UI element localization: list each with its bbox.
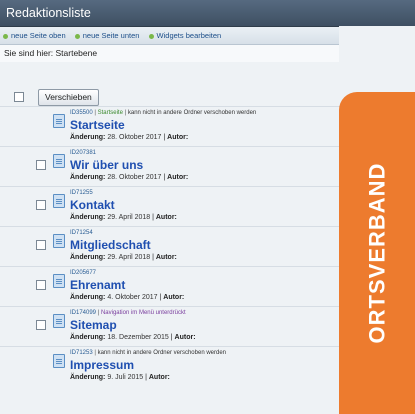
page-select-checkbox[interactable] [36, 320, 46, 330]
page-id: ID71254 [70, 230, 93, 236]
change-label: Änderung: [70, 334, 106, 341]
bullet-icon [74, 33, 80, 39]
page-meta: ID205677 [70, 270, 96, 276]
change-label: Änderung: [70, 294, 106, 301]
page-change-info: Änderung: 18. Dezember 2015 | Autor: [70, 334, 196, 341]
page-list-item[interactable]: ID205677 Ehrenamt Änderung: 4. Oktober 201… [0, 266, 340, 309]
page-id: ID71255 [70, 190, 93, 196]
page-meta: ID174099 | Navigation im Menü unterdrück… [70, 310, 186, 316]
page-select-checkbox[interactable] [36, 160, 46, 170]
page-document-icon [53, 314, 65, 328]
page-title-link[interactable]: Mitgliedschaft [70, 238, 151, 252]
bullet-icon [148, 33, 154, 39]
edit-widgets-link[interactable]: Widgets bearbeiten [148, 31, 221, 40]
page-change-info: Änderung: 9. Juli 2015 | Autor: [70, 374, 170, 381]
ortsverband-tag: ORTSVERBAND [339, 92, 415, 414]
page-meta: ID71255 [70, 190, 93, 196]
change-label: Änderung: [70, 374, 106, 381]
change-label: Änderung: [70, 214, 106, 221]
page-list-item[interactable]: ID35500 | Startseite | kann nicht in and… [0, 106, 340, 149]
page-select-checkbox[interactable] [36, 200, 46, 210]
change-label: Änderung: [70, 254, 106, 261]
select-all-checkbox[interactable] [14, 92, 24, 102]
change-label: Änderung: [70, 174, 106, 181]
page-list-item[interactable]: ID71253 | kann nicht in andere Ordner ve… [0, 346, 340, 389]
page-select-checkbox[interactable] [36, 280, 46, 290]
page-meta: ID207381 [70, 150, 96, 156]
author-label: Autor: [163, 294, 185, 301]
page-meta: ID71253 | kann nicht in andere Ordner ve… [70, 350, 227, 356]
page-meta: ID35500 | Startseite | kann nicht in and… [70, 110, 257, 116]
author-label: Autor: [148, 374, 170, 381]
change-label: Änderung: [70, 134, 106, 141]
tag-label: ORTSVERBAND [364, 162, 389, 344]
change-date: 9. Juli 2015 [107, 374, 144, 381]
page-title-link[interactable]: Ehrenamt [70, 278, 125, 292]
page-document-icon [53, 154, 65, 168]
author-label: Autor: [155, 214, 177, 221]
page-note: kann nicht in andere Ordner verschoben w… [97, 350, 227, 356]
change-date: 4. Oktober 2017 [107, 294, 158, 301]
page-document-icon [53, 274, 65, 288]
editorial-list-window: Redaktionsliste neue Seite oben neue Sei… [0, 0, 415, 414]
page-change-info: Änderung: 29. April 2018 | Autor: [70, 214, 177, 221]
page-change-info: Änderung: 28. Oktober 2017 | Autor: [70, 174, 189, 181]
page-id: ID174099 [70, 310, 97, 316]
change-date: 28. Oktober 2017 [107, 134, 162, 141]
page-meta: ID71254 [70, 230, 93, 236]
author-label: Autor: [167, 134, 189, 141]
change-date: 28. Oktober 2017 [107, 174, 162, 181]
page-change-info: Änderung: 4. Oktober 2017 | Autor: [70, 294, 185, 301]
page-list-item[interactable]: ID207381 Wir über uns Änderung: 28. Oktobe… [0, 146, 340, 189]
page-title-link[interactable]: Sitemap [70, 318, 117, 332]
page-title-link[interactable]: Kontakt [70, 198, 115, 212]
page-document-icon [53, 354, 65, 368]
page-note: kann nicht in andere Ordner verschoben w… [127, 110, 257, 116]
author-label: Autor: [167, 174, 189, 181]
change-date: 29. April 2018 [107, 214, 151, 221]
window-title: Redaktionsliste [0, 0, 415, 27]
author-label: Autor: [174, 334, 196, 341]
page-id: ID205677 [70, 270, 97, 276]
page-change-info: Änderung: 29. April 2018 | Autor: [70, 254, 177, 261]
page-id: ID207381 [70, 150, 97, 156]
change-date: 29. April 2018 [107, 254, 151, 261]
page-title-link[interactable]: Impressum [70, 358, 134, 372]
page-id: ID71253 [70, 350, 93, 356]
page-change-info: Änderung: 28. Oktober 2017 | Autor: [70, 134, 189, 141]
page-list-item[interactable]: ID174099 | Navigation im Menü unterdrück… [0, 306, 340, 349]
page-select-checkbox[interactable] [36, 240, 46, 250]
change-date: 18. Dezember 2015 [107, 334, 169, 341]
page-id: ID35500 [70, 110, 93, 116]
page-document-icon [53, 194, 65, 208]
page-list-item[interactable]: ID71254 Mitgliedschaft Änderung: 29. April… [0, 226, 340, 269]
page-title-link[interactable]: Wir über uns [70, 158, 143, 172]
page-status: Startseite [97, 110, 123, 116]
author-label: Autor: [155, 254, 177, 261]
new-page-top-link[interactable]: neue Seite oben [3, 31, 66, 40]
page-document-icon [53, 114, 65, 128]
new-page-bottom-link[interactable]: neue Seite unten [74, 31, 139, 40]
background-area [339, 26, 415, 92]
page-document-icon [53, 234, 65, 248]
page-list-item[interactable]: ID71255 Kontakt Änderung: 29. April 2018 |… [0, 186, 340, 229]
page-status: Navigation im Menü unterdrückt [100, 310, 186, 316]
page-title-link[interactable]: Startseite [70, 118, 125, 132]
bullet-icon [3, 33, 8, 39]
move-button[interactable]: Verschieben [38, 88, 99, 106]
